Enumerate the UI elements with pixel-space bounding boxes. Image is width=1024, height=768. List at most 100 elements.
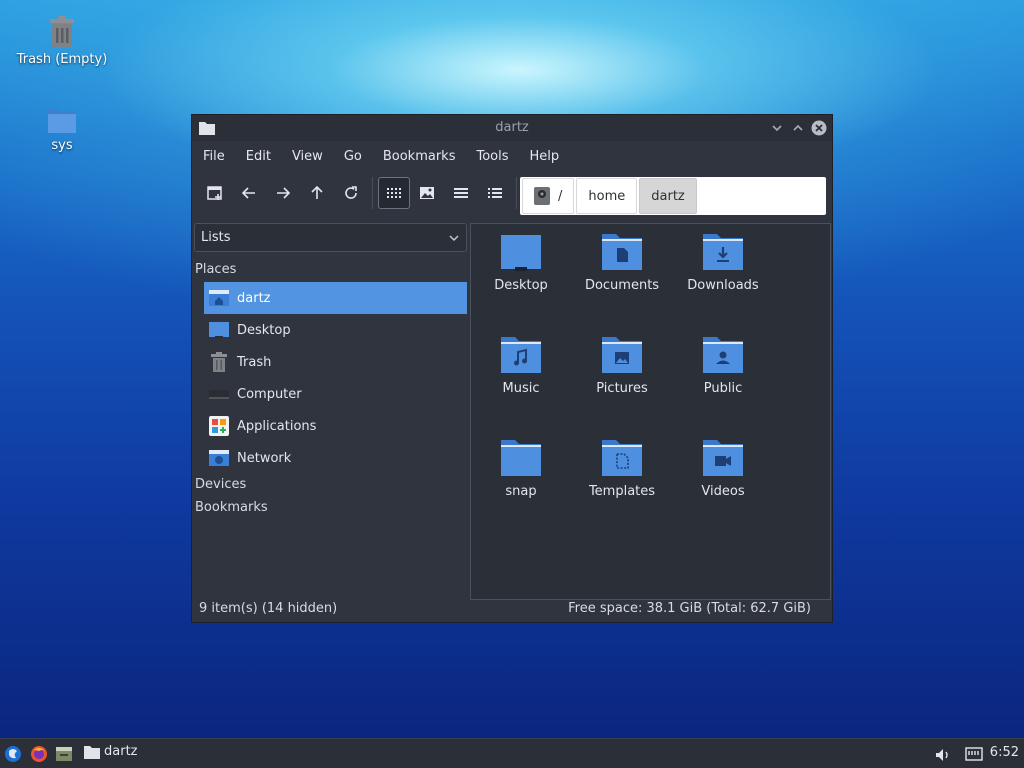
forward-arrow-icon — [277, 187, 291, 199]
up-button[interactable] — [303, 179, 331, 207]
menu-go[interactable]: Go — [344, 149, 362, 164]
file-item-desktop[interactable]: Desktop — [471, 232, 571, 293]
sidebar-item-computer[interactable]: Computer — [204, 378, 467, 410]
desktop-icon-trash[interactable]: Trash (Empty) — [12, 16, 112, 67]
new-tab-icon — [207, 186, 222, 200]
file-item-public[interactable]: Public — [673, 335, 773, 396]
sidebar-item-label: Computer — [237, 386, 302, 402]
volume-icon[interactable] — [934, 746, 952, 764]
start-menu-icon[interactable] — [4, 745, 22, 763]
path-bar: / home dartz — [520, 177, 826, 215]
section-devices[interactable]: Devices — [195, 477, 246, 492]
reload-icon — [345, 186, 357, 199]
sidebar-mode-select[interactable]: Lists — [194, 223, 467, 252]
file-item-snap[interactable]: snap — [471, 438, 571, 499]
network-status-icon[interactable] — [965, 745, 983, 763]
desktop-folder-icon — [501, 235, 541, 271]
detailed-list-view-icon — [488, 188, 502, 198]
desktop-icon-sys[interactable]: sys — [12, 106, 112, 153]
minimize-icon[interactable] — [769, 120, 785, 136]
up-arrow-icon — [311, 185, 323, 199]
documents-folder-icon — [602, 234, 642, 270]
videos-folder-icon — [703, 440, 743, 476]
clock[interactable]: 6:52 — [990, 745, 1019, 760]
sidebar-item-trash[interactable]: Trash — [204, 346, 467, 378]
thumbnail-view-icon — [420, 187, 434, 199]
status-free-space: Free space: 38.1 GiB (Total: 62.7 GiB) — [568, 601, 811, 616]
path-crumb-label: home — [588, 188, 626, 204]
window-title: dartz — [495, 120, 529, 135]
sidebar-item-dartz[interactable]: dartz — [204, 282, 467, 314]
desktop-icon-label: Trash (Empty) — [16, 52, 108, 67]
compact-view-icon — [454, 188, 468, 198]
file-item-videos[interactable]: Videos — [673, 438, 773, 499]
thumbnail-view-button[interactable] — [413, 179, 441, 207]
trash-icon — [50, 16, 74, 47]
file-item-label: Documents — [584, 278, 660, 293]
status-bar: 9 item(s) (14 hidden) Free space: 38.1 G… — [192, 598, 832, 622]
trash-icon — [211, 352, 227, 372]
forward-button[interactable] — [269, 179, 297, 207]
menu-bookmarks[interactable]: Bookmarks — [383, 149, 456, 164]
sidebar-item-label: Network — [237, 450, 292, 466]
taskbar-window-label: dartz — [104, 744, 138, 759]
public-folder-icon — [703, 337, 743, 373]
back-button[interactable] — [235, 179, 263, 207]
status-item-count: 9 item(s) (14 hidden) — [199, 601, 338, 616]
menu-help[interactable]: Help — [530, 149, 560, 164]
icon-view-icon — [387, 188, 401, 198]
menu-edit[interactable]: Edit — [246, 149, 271, 164]
file-manager-window: dartz File Edit View Go Bookmarks Tools … — [191, 114, 833, 623]
file-item-label: Music — [502, 381, 540, 396]
drive-icon — [534, 187, 550, 205]
file-item-label: Downloads — [687, 278, 759, 293]
file-item-pictures[interactable]: Pictures — [572, 335, 672, 396]
file-item-label: Desktop — [494, 278, 548, 293]
path-crumb-dartz[interactable]: dartz — [639, 178, 697, 214]
folder-icon — [48, 109, 76, 133]
file-item-documents[interactable]: Documents — [572, 232, 672, 293]
sidebar-item-label: dartz — [237, 290, 271, 306]
menu-bar: File Edit View Go Bookmarks Tools Help — [192, 141, 832, 171]
reload-button[interactable] — [337, 179, 365, 207]
path-crumb-label: / — [558, 188, 563, 204]
chevron-down-icon — [449, 235, 459, 241]
file-manager-icon[interactable] — [55, 745, 73, 763]
maximize-icon[interactable] — [790, 120, 806, 136]
sidebar-item-network[interactable]: Network — [204, 442, 467, 474]
compact-view-button[interactable] — [447, 179, 475, 207]
path-crumb-home[interactable]: home — [576, 178, 638, 214]
file-item-label: Templates — [588, 484, 656, 499]
file-item-templates[interactable]: Templates — [572, 438, 672, 499]
sidebar-item-applications[interactable]: Applications — [204, 410, 467, 442]
path-crumb-root[interactable]: / — [522, 178, 575, 214]
menu-tools[interactable]: Tools — [476, 149, 508, 164]
sidebar-item-label: Applications — [237, 418, 317, 434]
file-item-label: snap — [505, 484, 537, 499]
menu-file[interactable]: File — [203, 149, 225, 164]
taskbar-window-dartz[interactable]: dartz — [84, 744, 137, 759]
music-folder-icon — [501, 337, 541, 373]
firefox-icon[interactable] — [30, 745, 48, 763]
applications-icon — [209, 416, 229, 436]
sidebar-item-label: Trash — [237, 354, 272, 370]
icon-view-button[interactable] — [378, 177, 410, 209]
path-crumb-label: dartz — [651, 188, 685, 204]
sidebar: Lists Places dartz Desktop Trash Compute… — [193, 223, 467, 598]
title-bar[interactable]: dartz — [192, 115, 832, 141]
sidebar-item-desktop[interactable]: Desktop — [204, 314, 467, 346]
sidebar-mode-value: Lists — [201, 230, 231, 245]
close-icon[interactable] — [811, 120, 827, 136]
computer-icon — [209, 390, 229, 399]
new-tab-button[interactable] — [201, 179, 229, 207]
templates-folder-icon — [602, 440, 642, 476]
menu-view[interactable]: View — [292, 149, 323, 164]
detailed-list-view-button[interactable] — [481, 179, 509, 207]
folder-icon — [84, 745, 100, 759]
file-item-downloads[interactable]: Downloads — [673, 232, 773, 293]
file-item-label: Public — [703, 381, 743, 396]
file-item-label: Pictures — [596, 381, 648, 396]
downloads-folder-icon — [703, 234, 743, 270]
section-bookmarks[interactable]: Bookmarks — [195, 500, 268, 515]
file-item-music[interactable]: Music — [471, 335, 571, 396]
